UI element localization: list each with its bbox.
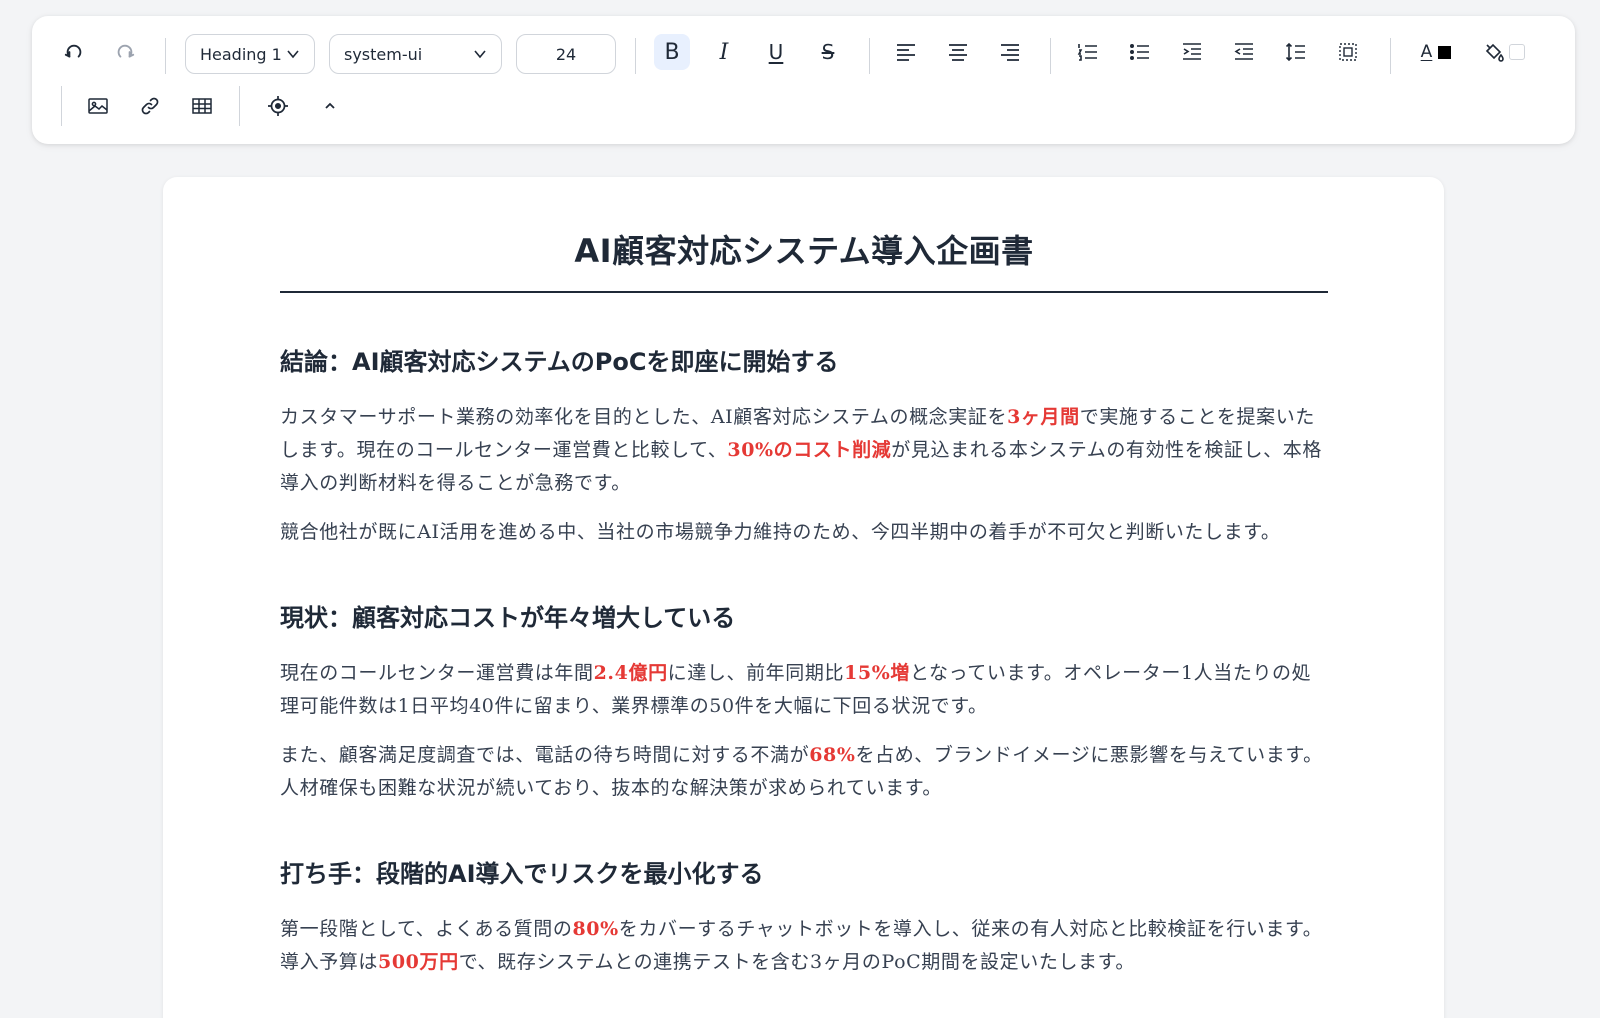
strikethrough-button[interactable]: S <box>810 34 846 70</box>
highlighted-text: 2.4億円 <box>593 662 668 684</box>
highlight-color-swatch <box>1509 44 1525 60</box>
undo-button[interactable] <box>56 34 92 70</box>
table-icon <box>192 98 212 114</box>
toolbar-divider <box>61 86 62 126</box>
chevron-down-icon <box>287 50 299 59</box>
insert-link-button[interactable] <box>132 88 168 124</box>
target-icon <box>268 96 288 116</box>
highlighted-text: 68% <box>809 744 856 766</box>
ordered-list-button[interactable] <box>1070 34 1106 70</box>
line-height-icon <box>1285 42 1305 62</box>
outdent-button[interactable] <box>1226 34 1262 70</box>
paint-bucket-icon <box>1485 43 1504 62</box>
strikethrough-label: S <box>821 40 835 64</box>
chevron-down-icon <box>474 50 486 59</box>
font-family-value: system-ui <box>344 44 423 64</box>
ordered-list-icon <box>1077 44 1097 61</box>
outdent-icon <box>1234 43 1253 60</box>
highlighted-text: 3ヶ月間 <box>1007 406 1080 428</box>
indent-icon <box>1183 43 1201 60</box>
text-run: に達し、前年同期比 <box>667 662 845 684</box>
text-run: カスタマーサポート業務の効率化を目的とした、AI顧客対応システムの概念実証を <box>280 406 1008 428</box>
toolbar-divider <box>869 38 870 74</box>
body-paragraph[interactable]: 現在のコールセンター運営費は年間2.4億円に達し、前年同期比15%増となっていま… <box>280 657 1328 723</box>
section-heading[interactable]: 現状：顧客対応コストが年々増大している <box>280 601 1328 635</box>
underline-label: U <box>768 40 784 64</box>
text-run: また、顧客満足度調査では、電話の待ち時間に対する不満が <box>280 744 810 766</box>
text-run: で、既存システムとの連携テストを含む3ヶ月のPoC期間を設定いたします。 <box>458 951 1135 973</box>
body-paragraph[interactable]: カスタマーサポート業務の効率化を目的とした、AI顧客対応システムの概念実証を3ヶ… <box>280 401 1328 500</box>
highlighted-text: 500万円 <box>378 951 459 973</box>
align-left-icon <box>897 44 915 61</box>
collapse-toolbar-button[interactable] <box>312 88 348 124</box>
focus-button[interactable] <box>260 88 296 124</box>
insert-image-button[interactable] <box>80 88 116 124</box>
italic-label: I <box>719 39 729 65</box>
align-center-icon <box>949 44 967 61</box>
toolbar-divider <box>165 38 166 74</box>
align-right-icon <box>1001 44 1019 61</box>
section-heading[interactable]: 結論：AI顧客対応システムのPoCを即座に開始する <box>280 345 1328 379</box>
toolbar-divider <box>239 86 240 126</box>
body-paragraph[interactable]: また、顧客満足度調査では、電話の待ち時間に対する不満が68%を占め、ブランドイメ… <box>280 739 1328 805</box>
select-all-button[interactable] <box>1330 34 1366 70</box>
font-color-button[interactable]: A <box>1410 34 1462 70</box>
redo-icon <box>117 44 135 58</box>
editor-toolbar: Heading 1 system-ui 24 B I U S A <box>32 16 1575 144</box>
font-size-input[interactable]: 24 <box>516 34 616 74</box>
block-style-select[interactable]: Heading 1 <box>185 34 315 74</box>
redo-button[interactable] <box>107 34 143 70</box>
align-right-button[interactable] <box>992 34 1028 70</box>
document-title[interactable]: AI顧客対応システム導入企画書 <box>280 229 1328 273</box>
select-all-icon <box>1339 43 1357 61</box>
highlighted-text: 80% <box>572 918 619 940</box>
bullet-list-icon <box>1129 43 1149 61</box>
font-family-select[interactable]: system-ui <box>329 34 502 74</box>
bold-label: B <box>664 39 680 65</box>
highlight-color-button[interactable] <box>1478 34 1530 70</box>
bullet-list-button[interactable] <box>1122 34 1158 70</box>
indent-button[interactable] <box>1174 34 1210 70</box>
toolbar-divider <box>1050 38 1051 74</box>
align-center-button[interactable] <box>940 34 976 70</box>
document-content[interactable]: AI顧客対応システム導入企画書 結論：AI顧客対応システムのPoCを即座に開始す… <box>280 177 1328 979</box>
font-color-letter: A <box>1420 42 1433 62</box>
toolbar-divider <box>1390 38 1391 74</box>
highlighted-text: 30%のコスト削減 <box>727 439 892 461</box>
undo-icon <box>64 44 82 58</box>
image-icon <box>88 98 108 114</box>
text-run: 第一段階として、よくある質問の <box>280 918 573 940</box>
insert-table-button[interactable] <box>184 88 220 124</box>
block-style-value: Heading 1 <box>200 44 282 64</box>
text-run: 競合他社が既にAI活用を進める中、当社の市場競争力維持のため、今四半期中の着手が… <box>280 521 1281 543</box>
chevron-up-icon <box>325 102 335 109</box>
underline-button[interactable]: U <box>758 34 794 70</box>
align-left-button[interactable] <box>888 34 924 70</box>
body-paragraph[interactable]: 第一段階として、よくある質問の80%をカバーするチャットボットを導入し、従来の有… <box>280 913 1328 979</box>
bold-button[interactable]: B <box>654 34 690 70</box>
text-run: 現在のコールセンター運営費は年間 <box>280 662 594 684</box>
toolbar-divider <box>635 38 636 74</box>
italic-button[interactable]: I <box>706 34 742 70</box>
document-page: AI顧客対応システム導入企画書 結論：AI顧客対応システムのPoCを即座に開始す… <box>163 177 1444 1018</box>
body-paragraph[interactable]: 競合他社が既にAI活用を進める中、当社の市場競争力維持のため、今四半期中の着手が… <box>280 516 1328 549</box>
line-height-button[interactable] <box>1278 34 1314 70</box>
title-divider <box>280 291 1328 293</box>
link-icon <box>141 97 159 115</box>
highlighted-text: 15%増 <box>844 662 910 684</box>
section-heading[interactable]: 打ち手：段階的AI導入でリスクを最小化する <box>280 857 1328 891</box>
font-color-swatch <box>1438 45 1452 59</box>
